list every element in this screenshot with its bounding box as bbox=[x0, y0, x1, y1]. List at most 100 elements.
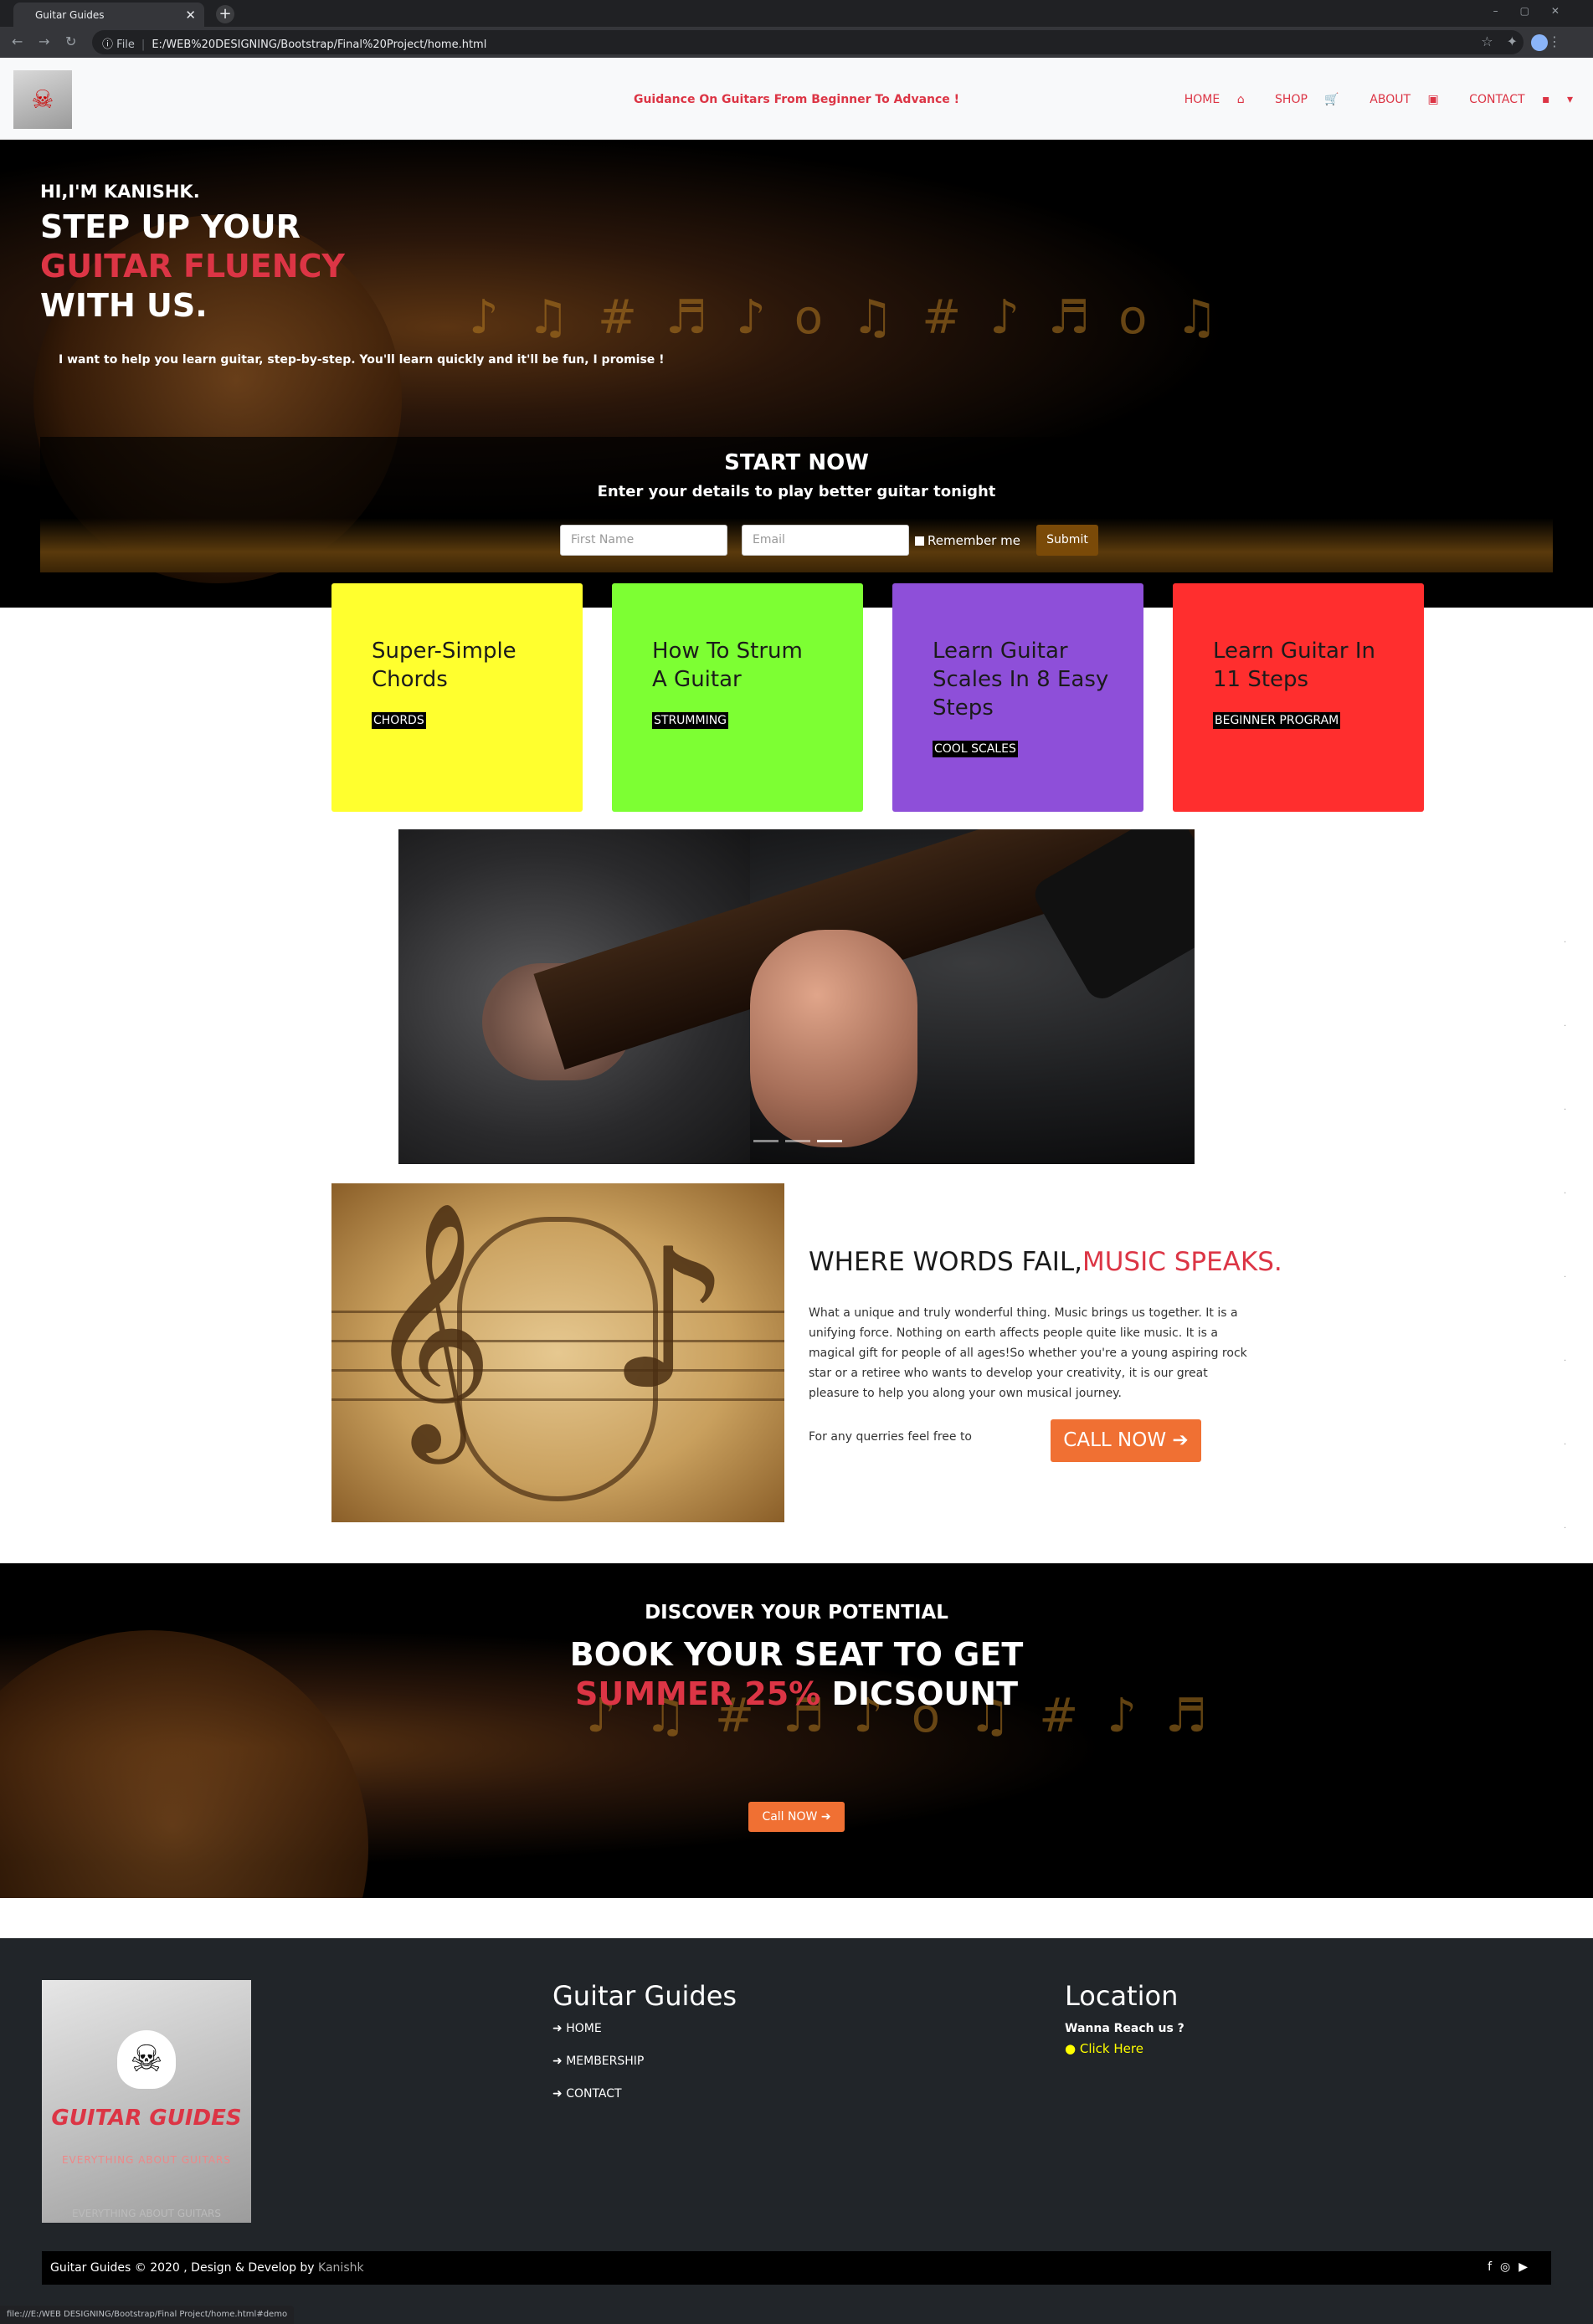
music-heading: WHERE WORDS FAIL,MUSIC SPEAKS. bbox=[809, 1247, 1282, 1277]
nav-home-link[interactable]: HOME ⌂ bbox=[1171, 93, 1245, 106]
nav-contact-dropdown[interactable]: CONTACT ▪ ▾ bbox=[1456, 93, 1573, 106]
hero-subtext: I want to help you learn guitar, step-by… bbox=[59, 353, 665, 367]
remember-label: Remember me bbox=[928, 533, 1020, 548]
copyright-text: Guitar Guides © 2020 , Design & Develop … bbox=[50, 2261, 364, 2275]
call-now-button[interactable]: CALL NOW ➔ bbox=[1051, 1419, 1201, 1462]
form-subtitle: Enter your details to play better guitar… bbox=[597, 483, 996, 500]
carousel-indicator-active[interactable] bbox=[817, 1140, 842, 1142]
caret-down-icon: ▾ bbox=[1566, 93, 1573, 106]
edge-dot: . bbox=[1564, 1354, 1567, 1363]
footer-logo-sub-reflection: EVERYTHING ABOUT GUITARS bbox=[71, 2208, 222, 2219]
carousel-indicator[interactable] bbox=[785, 1140, 810, 1142]
browser-tab-strip: Guitar Guides ✕ + –▢✕ bbox=[0, 0, 1593, 27]
hero-section: ♪♫#♬♪o♫#♪♬o♫ HI,I'M KANISHK. STEP UP YOU… bbox=[0, 140, 1593, 608]
window-controls[interactable]: –▢✕ bbox=[1493, 5, 1581, 17]
map-marker-icon: ● bbox=[1065, 2041, 1077, 2056]
arrow-circle-right-icon: ➔ bbox=[820, 1810, 831, 1824]
footer-click-here-link[interactable]: ● Click Here bbox=[1065, 2041, 1143, 2056]
checkbox-box[interactable] bbox=[915, 536, 924, 546]
extensions-icon[interactable]: ✦ bbox=[1507, 33, 1531, 49]
browser-tab[interactable]: Guitar Guides ✕ bbox=[13, 3, 204, 27]
instagram-icon[interactable]: ◎ bbox=[1500, 2260, 1518, 2274]
nav-about-link[interactable]: ABOUT ▣ bbox=[1356, 93, 1438, 106]
footer-link-membership[interactable]: ➜ MEMBERSHIP bbox=[552, 2055, 644, 2068]
remember-me-checkbox[interactable]: Remember me bbox=[915, 533, 1020, 548]
promo-section: ♪♫#♬♪o♫#♪♬ DISCOVER YOUR POTENTIAL BOOK … bbox=[0, 1563, 1593, 1898]
edge-dot: . bbox=[1564, 936, 1567, 945]
card-title: Learn Guitar In 11 Steps bbox=[1213, 639, 1376, 692]
card-strumming[interactable]: How To Strum A Guitar STRUMMING bbox=[612, 583, 863, 812]
card-tag[interactable]: BEGINNER PROGRAM bbox=[1213, 712, 1341, 729]
user-icon: ▪ bbox=[1542, 93, 1550, 106]
youtube-icon[interactable]: ▶ bbox=[1518, 2260, 1536, 2274]
close-tab-icon[interactable]: ✕ bbox=[185, 8, 196, 23]
url-scheme-label: File bbox=[116, 38, 135, 51]
cart-icon: 🛒 bbox=[1324, 93, 1339, 106]
social-icons: f◎▶ bbox=[1488, 2260, 1536, 2274]
submit-button[interactable]: Submit bbox=[1036, 525, 1098, 556]
music-notes-decoration: ♪♫#♬♪o♫#♪♬ bbox=[586, 1689, 1236, 1743]
carousel-indicators bbox=[753, 1140, 842, 1143]
nav-shop-link[interactable]: SHOP 🛒 bbox=[1262, 93, 1339, 106]
url-text: E:/WEB%20DESIGNING/Bootstrap/Final%20Pro… bbox=[152, 38, 487, 51]
carousel-fret-hand bbox=[750, 930, 917, 1147]
signup-form: START NOW Enter your details to play bet… bbox=[40, 437, 1553, 572]
form-title: START NOW bbox=[724, 450, 869, 475]
status-url: file:///E:/WEB DESIGNING/Bootstrap/Final… bbox=[0, 2306, 295, 2324]
card-beginner[interactable]: Learn Guitar In 11 Steps BEGINNER PROGRAM bbox=[1173, 583, 1424, 812]
profile-avatar[interactable] bbox=[1531, 33, 1548, 51]
edge-dot: . bbox=[1564, 1103, 1567, 1112]
arrow-right-icon: ➜ bbox=[552, 2022, 563, 2035]
image-carousel[interactable] bbox=[398, 829, 1195, 1164]
card-title: Learn Guitar Scales In 8 Easy Steps bbox=[933, 639, 1109, 721]
footer-col-title: Guitar Guides bbox=[552, 1980, 737, 2012]
address-bar-row: ← → ↻ ⓘ File | E:/WEB%20DESIGNING/Bootstra… bbox=[0, 27, 1593, 58]
author-link[interactable]: Kanishk bbox=[318, 2261, 364, 2275]
card-tag[interactable]: COOL SCALES bbox=[933, 741, 1018, 757]
url-separator: | bbox=[141, 38, 146, 51]
url-input[interactable]: ⓘ File | E:/WEB%20DESIGNING/Bootstrap/Fina… bbox=[92, 30, 1524, 54]
skull-icon: ☠ bbox=[117, 2030, 176, 2089]
back-icon[interactable]: ← bbox=[12, 33, 23, 49]
promo-call-button[interactable]: Call NOW ➔ bbox=[748, 1802, 845, 1832]
edge-dot: . bbox=[1564, 1521, 1567, 1531]
arrow-circle-right-icon: ➔ bbox=[1172, 1429, 1189, 1451]
reload-icon[interactable]: ↻ bbox=[65, 33, 76, 49]
carousel-indicator[interactable] bbox=[753, 1140, 779, 1142]
hero-headline-2: GUITAR FLUENCY bbox=[40, 248, 345, 285]
card-title: How To Strum A Guitar bbox=[652, 639, 803, 692]
bookmark-star-icon[interactable]: ☆ bbox=[1481, 33, 1506, 49]
forward-icon[interactable]: → bbox=[39, 33, 49, 49]
edge-dot: . bbox=[1564, 1187, 1567, 1196]
footer-link-contact[interactable]: ➜ CONTACT bbox=[552, 2087, 622, 2101]
footer-copyright-bar: Guitar Guides © 2020 , Design & Develop … bbox=[42, 2251, 1551, 2285]
email-input[interactable]: Email bbox=[742, 525, 909, 556]
edge-dot: . bbox=[1564, 1438, 1567, 1447]
card-tag[interactable]: STRUMMING bbox=[652, 712, 729, 729]
menu-icon[interactable]: ⋮ bbox=[1548, 33, 1575, 49]
promo-headline: BOOK YOUR SEAT TO GET bbox=[569, 1636, 1024, 1673]
nav-links: HOME ⌂ SHOP 🛒 ABOUT ▣ CONTACT ▪ ▾ bbox=[1158, 93, 1573, 106]
id-card-icon: ▣ bbox=[1427, 93, 1439, 106]
footer-logo: ☠ GUITAR GUIDES EVERYTHING ABOUT GUITARS… bbox=[42, 1980, 251, 2223]
card-chords[interactable]: Super-Simple Chords CHORDS bbox=[331, 583, 583, 812]
footer-link-home[interactable]: ➜ HOME bbox=[552, 2022, 602, 2035]
home-icon: ⌂ bbox=[1236, 93, 1245, 106]
card-scales[interactable]: Learn Guitar Scales In 8 Easy Steps COOL S… bbox=[892, 583, 1143, 812]
card-tag[interactable]: CHORDS bbox=[372, 712, 426, 729]
promo-kicker: DISCOVER YOUR POTENTIAL bbox=[645, 1602, 948, 1624]
edge-dot: . bbox=[1564, 1270, 1567, 1280]
query-text: For any querries feel free to bbox=[809, 1430, 973, 1444]
first-name-input[interactable]: First Name bbox=[560, 525, 727, 556]
edge-dot: . bbox=[1564, 1019, 1567, 1029]
hero-greeting: HI,I'M KANISHK. bbox=[40, 182, 200, 202]
tab-title: Guitar Guides bbox=[35, 9, 105, 21]
site-navbar: ☠ Guidance On Guitars From Beginner To A… bbox=[0, 58, 1593, 140]
music-paragraph: What a unique and truly wonderful thing.… bbox=[809, 1306, 1247, 1400]
facebook-icon[interactable]: f bbox=[1488, 2260, 1500, 2274]
new-tab-button[interactable]: + bbox=[216, 5, 234, 23]
arrow-right-icon: ➜ bbox=[552, 2087, 563, 2101]
hero-headline-3: WITH US. bbox=[40, 287, 208, 324]
hero-headline-1: STEP UP YOUR bbox=[40, 208, 301, 245]
music-art-image: 𝄞 ♪ bbox=[331, 1183, 784, 1522]
